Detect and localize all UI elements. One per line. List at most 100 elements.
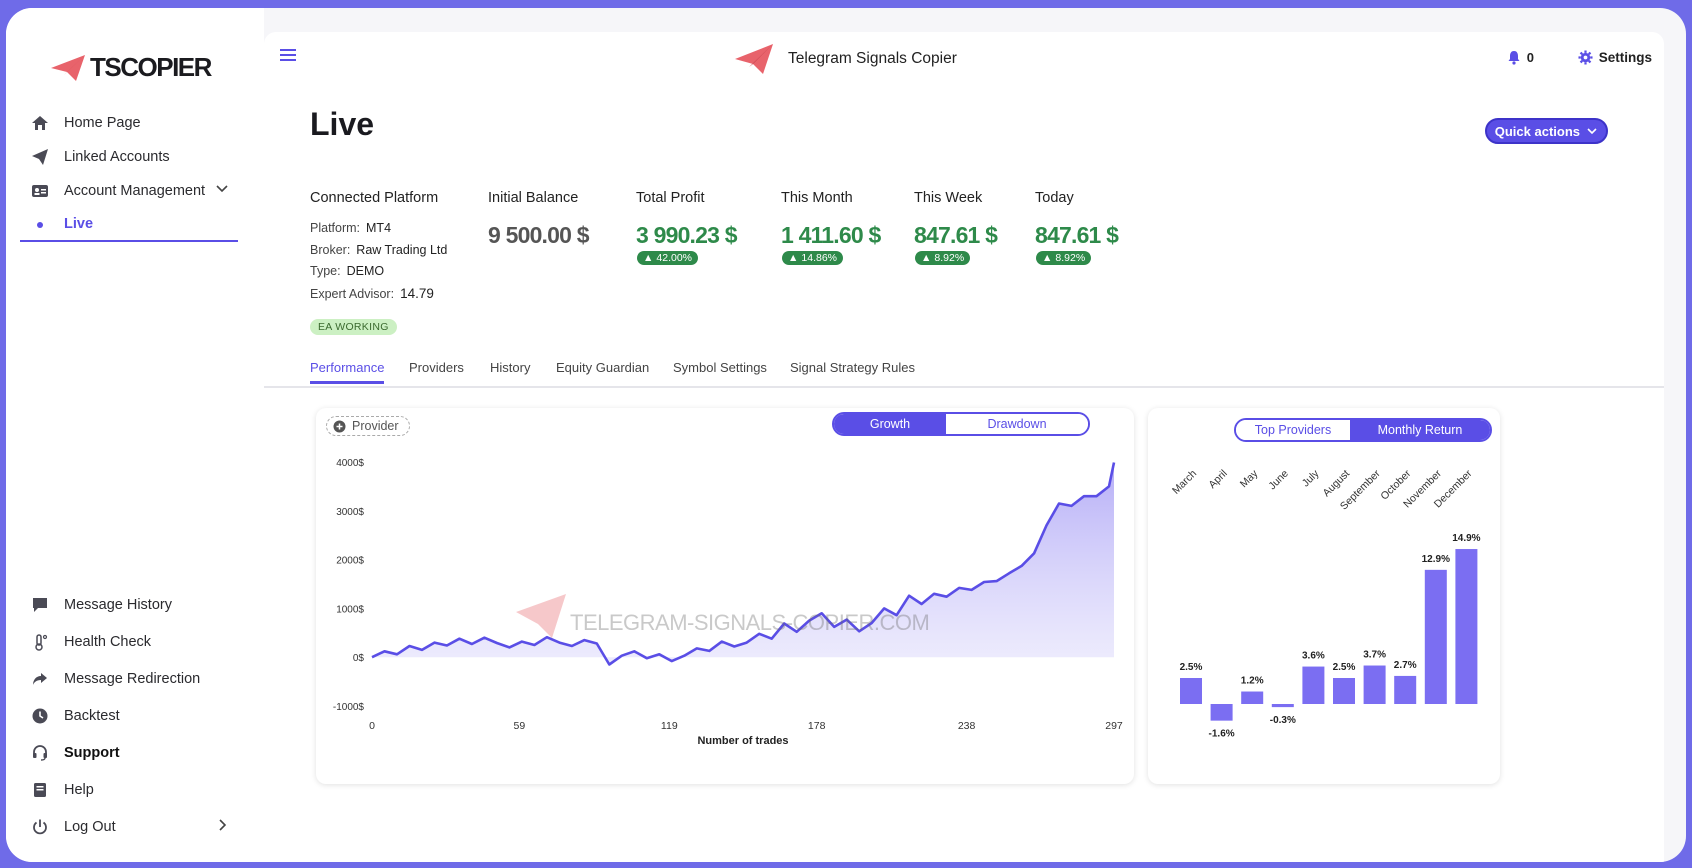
x-tick-label: 238 bbox=[958, 720, 976, 732]
arrow-up-icon: ▲ bbox=[643, 252, 654, 264]
month-bar bbox=[1455, 549, 1478, 704]
dot-icon bbox=[30, 214, 50, 234]
monthly-return-toggle-button[interactable]: Monthly Return bbox=[1350, 420, 1490, 440]
this-week-label: This Week bbox=[914, 190, 983, 206]
total-profit-pct-badge: ▲ 42.00% bbox=[637, 251, 699, 265]
sidebar-item-linked-accounts[interactable]: Linked Accounts bbox=[30, 142, 235, 172]
settings-button[interactable]: Settings bbox=[1578, 50, 1652, 65]
arrow-up-icon: ▲ bbox=[921, 252, 932, 264]
tab-bar: Performance Providers History Equity Gua… bbox=[264, 352, 1664, 388]
month-tick-label: May bbox=[1238, 467, 1261, 490]
this-week-value: 847.61 $ bbox=[914, 222, 998, 248]
thermometer-icon bbox=[30, 632, 50, 652]
month-bar bbox=[1363, 665, 1386, 704]
month-tick-label: August bbox=[1321, 468, 1353, 500]
sidebar-item-label: Message Redirection bbox=[64, 671, 201, 687]
headset-icon bbox=[30, 743, 50, 763]
pct-value: 42.00% bbox=[656, 252, 693, 264]
total-profit-value: 3 990.23 $ bbox=[636, 222, 738, 248]
sidebar-item-message-history[interactable]: Message History bbox=[30, 590, 235, 620]
tab-equity-guardian[interactable]: Equity Guardian bbox=[556, 360, 649, 375]
providers-monthly-toggle: Top Providers Monthly Return bbox=[1234, 418, 1492, 442]
pct-value: 8.92% bbox=[934, 252, 965, 264]
y-tick-label: -1000$ bbox=[333, 702, 365, 713]
settings-label: Settings bbox=[1598, 50, 1652, 65]
sidebar-item-message-redirection[interactable]: Message Redirection bbox=[30, 664, 235, 694]
broker-row: Broker: Raw Trading Ltd bbox=[310, 240, 447, 262]
growth-area bbox=[372, 462, 1114, 665]
initial-balance-value: 9 500.00 $ bbox=[488, 222, 590, 248]
pct-value: 8.92% bbox=[1055, 252, 1086, 264]
tab-signal-strategy-rules[interactable]: Signal Strategy Rules bbox=[790, 360, 915, 375]
month-tick-label: December bbox=[1432, 467, 1475, 510]
sidebar-item-support[interactable]: Support bbox=[30, 738, 235, 768]
month-tick-label: November bbox=[1401, 467, 1444, 510]
provider-label: Provider bbox=[352, 419, 399, 433]
quick-actions-label: Quick actions bbox=[1494, 123, 1580, 139]
x-tick-label: 119 bbox=[661, 720, 678, 732]
home-icon bbox=[30, 113, 50, 133]
today-value: 847.61 $ bbox=[1035, 222, 1119, 248]
quick-actions-button[interactable]: Quick actions bbox=[1484, 118, 1608, 144]
monthly-return-chart: March 2.5% April -1.6% May 1.2% June -0.3% July 3… bbox=[1170, 467, 1481, 740]
sidebar-item-home[interactable]: Home Page bbox=[30, 108, 235, 138]
broker-value: Raw Trading Ltd bbox=[356, 242, 448, 257]
sidebar-item-backtest[interactable]: Backtest bbox=[30, 701, 235, 731]
type-key: Type: bbox=[310, 264, 341, 278]
bar-data-label: 2.5% bbox=[1333, 662, 1356, 673]
add-provider-filter[interactable]: Provider bbox=[326, 416, 410, 436]
y-tick-label: 2000$ bbox=[336, 556, 364, 567]
today-label: Today bbox=[1035, 190, 1074, 206]
arrow-up-icon: ▲ bbox=[788, 252, 799, 264]
paper-plane-icon bbox=[30, 147, 50, 167]
x-tick-label: 0 bbox=[369, 720, 375, 732]
growth-toggle-button[interactable]: Growth bbox=[834, 414, 946, 434]
sidebar-item-help[interactable]: Help bbox=[30, 775, 235, 805]
sidebar-item-health-check[interactable]: Health Check bbox=[30, 627, 235, 657]
x-tick-label: 178 bbox=[808, 720, 826, 732]
month-bar bbox=[1302, 666, 1325, 704]
app-frame: TSCOPIER Home Page Linked Accounts Accou… bbox=[6, 8, 1686, 862]
tab-symbol-settings[interactable]: Symbol Settings bbox=[673, 360, 767, 375]
plus-circle-icon bbox=[333, 420, 346, 432]
tab-history[interactable]: History bbox=[490, 360, 530, 375]
ea-status-badge: EA WORKING bbox=[310, 319, 397, 335]
broker-key: Broker: bbox=[310, 242, 351, 257]
month-bar bbox=[1271, 704, 1294, 708]
month-bar bbox=[1241, 691, 1264, 704]
sidebar-item-log-out[interactable]: Log Out bbox=[30, 812, 235, 842]
today-pct-badge: ▲ 8.92% bbox=[1036, 251, 1092, 265]
month-bar bbox=[1424, 569, 1447, 704]
drawdown-toggle-button[interactable]: Drawdown bbox=[946, 414, 1088, 434]
sidebar-item-live[interactable]: Live bbox=[20, 208, 238, 242]
tab-performance[interactable]: Performance bbox=[310, 360, 385, 384]
this-month-value: 1 411.60 $ bbox=[781, 222, 881, 248]
top-providers-toggle-button[interactable]: Top Providers bbox=[1236, 420, 1350, 440]
this-week-pct-badge: ▲ 8.92% bbox=[915, 251, 971, 265]
clock-icon bbox=[30, 706, 50, 726]
type-value: DEMO bbox=[346, 264, 385, 278]
sidebar-item-label: Linked Accounts bbox=[64, 149, 170, 165]
month-bar bbox=[1180, 678, 1202, 704]
type-row: Type: DEMO bbox=[310, 261, 447, 283]
ea-row: Expert Advisor: 14.79 bbox=[310, 283, 447, 306]
x-axis-label: Number of trades bbox=[697, 735, 788, 747]
month-tick-label: March bbox=[1170, 468, 1199, 497]
month-bar bbox=[1210, 704, 1233, 721]
menu-icon[interactable] bbox=[280, 48, 298, 67]
growth-chart-card: Provider Growth Drawdown 4000$ 3000$ 2000$… bbox=[316, 408, 1134, 784]
ea-key: Expert Advisor: bbox=[310, 286, 395, 301]
bar-data-label: -0.3% bbox=[1270, 715, 1296, 726]
bar-data-label: 14.9% bbox=[1452, 533, 1480, 544]
notifications-count: 0 bbox=[1526, 50, 1534, 65]
notifications-button[interactable]: 0 bbox=[1507, 50, 1534, 65]
tab-providers[interactable]: Providers bbox=[409, 360, 464, 375]
month-tick-label: September bbox=[1338, 467, 1383, 512]
y-tick-label: 1000$ bbox=[336, 604, 364, 615]
bell-icon bbox=[1508, 51, 1520, 65]
watermark-plane-icon bbox=[516, 594, 566, 638]
month-tick-label: June bbox=[1266, 468, 1291, 493]
sidebar-item-account-management[interactable]: Account Management bbox=[30, 176, 235, 206]
ea-value: 14.79 bbox=[400, 285, 434, 301]
logo[interactable]: TSCOPIER bbox=[50, 52, 212, 83]
